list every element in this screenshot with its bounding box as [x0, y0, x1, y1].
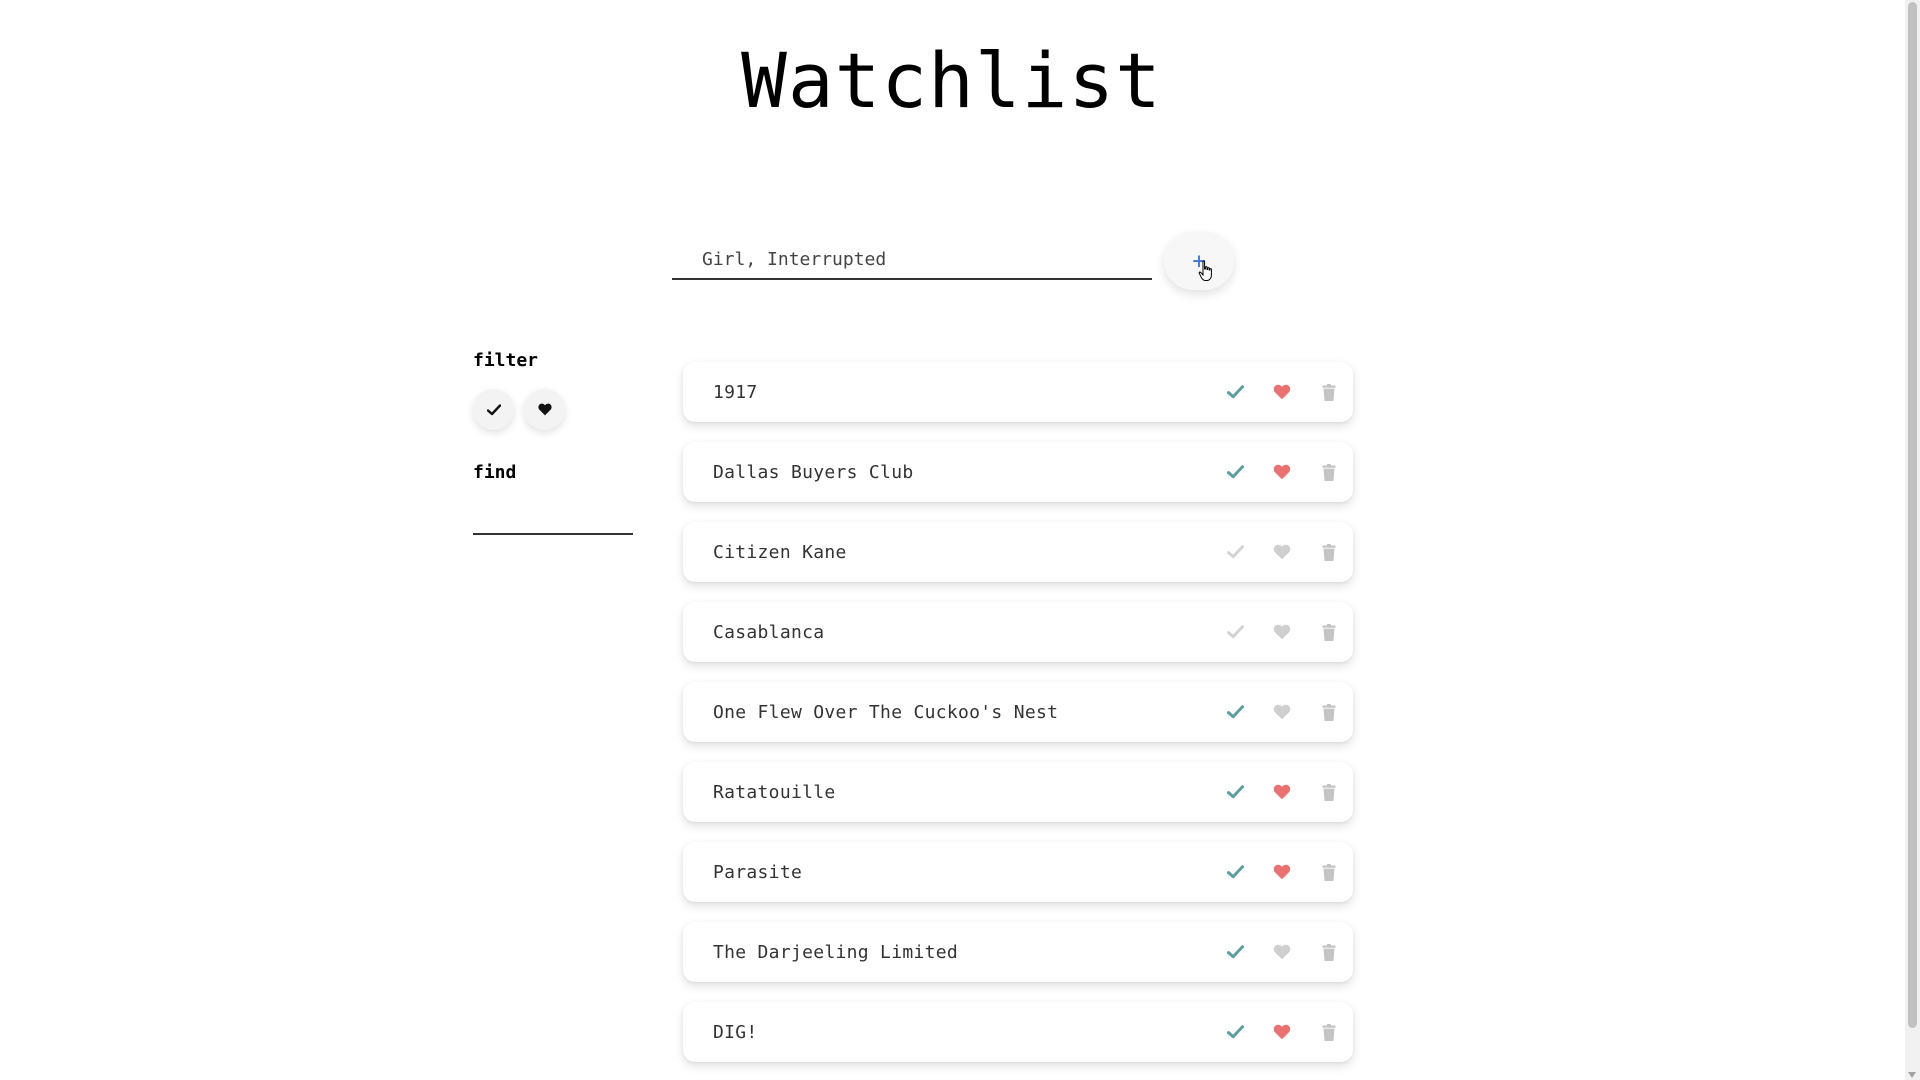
movie-card: Dallas Buyers Club: [683, 442, 1353, 502]
find-input[interactable]: [473, 503, 633, 535]
toggle-watched-button[interactable]: [1223, 940, 1247, 964]
movie-title: 1917: [713, 381, 758, 403]
toggle-watched-button[interactable]: [1223, 460, 1247, 484]
delete-button[interactable]: [1317, 860, 1341, 884]
page-title: Watchlist: [741, 36, 1162, 125]
toggle-watched-button[interactable]: [1223, 1020, 1247, 1044]
toggle-favorite-button[interactable]: [1270, 700, 1294, 724]
movie-card: 1917: [683, 362, 1353, 422]
movie-title: Citizen Kane: [713, 541, 847, 563]
trash-icon: [1322, 463, 1336, 481]
toggle-watched-button[interactable]: [1223, 380, 1247, 404]
check-icon: [1226, 945, 1244, 959]
movie-title: Ratatouille: [713, 781, 836, 803]
toggle-favorite-button[interactable]: [1270, 940, 1294, 964]
movie-card: Citizen Kane: [683, 522, 1353, 582]
check-icon: [1226, 465, 1244, 479]
filter-watched-button[interactable]: [473, 389, 514, 430]
heart-icon: [1273, 624, 1291, 640]
delete-button[interactable]: [1317, 540, 1341, 564]
toggle-favorite-button[interactable]: [1270, 780, 1294, 804]
filter-favorite-button[interactable]: [524, 389, 565, 430]
toggle-favorite-button[interactable]: [1270, 1020, 1294, 1044]
check-icon: [1226, 385, 1244, 399]
trash-icon: [1322, 863, 1336, 881]
toggle-watched-button[interactable]: [1223, 620, 1247, 644]
heart-icon: [1273, 1024, 1291, 1040]
movie-title: Parasite: [713, 861, 803, 883]
add-movie-form: +: [672, 232, 1234, 300]
page: Watchlist + filter find 1917 Dallas Buyer…: [0, 0, 1920, 1080]
toggle-watched-button[interactable]: [1223, 700, 1247, 724]
filter-buttons: [473, 389, 643, 430]
heart-icon: [1273, 384, 1291, 400]
heart-icon: [1273, 784, 1291, 800]
toggle-favorite-button[interactable]: [1270, 860, 1294, 884]
toggle-favorite-button[interactable]: [1270, 540, 1294, 564]
movie-title: DIG!: [713, 1021, 758, 1043]
filter-heading: filter: [473, 350, 539, 371]
movie-card: Ratatouille: [683, 762, 1353, 822]
hand-cursor-icon: [1198, 260, 1212, 281]
check-icon: [1226, 705, 1244, 719]
movie-card: Parasite: [683, 842, 1353, 902]
trash-icon: [1322, 383, 1336, 401]
delete-button[interactable]: [1317, 460, 1341, 484]
toggle-favorite-button[interactable]: [1270, 460, 1294, 484]
heart-icon: [537, 403, 552, 416]
toggle-watched-button[interactable]: [1223, 860, 1247, 884]
delete-button[interactable]: [1317, 940, 1341, 964]
heart-icon: [1273, 944, 1291, 960]
heart-icon: [1273, 464, 1291, 480]
check-icon: [1226, 785, 1244, 799]
toggle-watched-button[interactable]: [1223, 540, 1247, 564]
heart-icon: [1273, 864, 1291, 880]
delete-button[interactable]: [1317, 620, 1341, 644]
add-movie-input[interactable]: [672, 240, 1152, 280]
trash-icon: [1322, 703, 1336, 721]
movie-title: One Flew Over The Cuckoo's Nest: [713, 701, 1059, 723]
trash-icon: [1322, 783, 1336, 801]
movie-list: 1917 Dallas Buyers Club Citizen Kane Casabl…: [683, 362, 1353, 1080]
movie-title: The Darjeeling Limited: [713, 941, 959, 963]
check-icon: [1226, 625, 1244, 639]
movie-title: Dallas Buyers Club: [713, 461, 914, 483]
trash-icon: [1322, 1023, 1336, 1041]
heart-icon: [1273, 704, 1291, 720]
check-icon: [486, 403, 501, 415]
delete-button[interactable]: [1317, 780, 1341, 804]
trash-icon: [1322, 623, 1336, 641]
check-icon: [1226, 1025, 1244, 1039]
movie-title: Casablanca: [713, 621, 825, 643]
delete-button[interactable]: [1317, 700, 1341, 724]
trash-icon: [1322, 943, 1336, 961]
scroll-down-arrow-icon[interactable]: [1908, 1072, 1916, 1078]
scrollbar[interactable]: [1905, 0, 1920, 1080]
toggle-favorite-button[interactable]: [1270, 620, 1294, 644]
movie-card: One Flew Over The Cuckoo's Nest: [683, 682, 1353, 742]
delete-button[interactable]: [1317, 1020, 1341, 1044]
toggle-favorite-button[interactable]: [1270, 380, 1294, 404]
trash-icon: [1322, 543, 1336, 561]
sidebar: filter find: [473, 350, 643, 535]
check-icon: [1226, 545, 1244, 559]
movie-card: The Darjeeling Limited: [683, 922, 1353, 982]
delete-button[interactable]: [1317, 380, 1341, 404]
check-icon: [1226, 865, 1244, 879]
movie-card: Casablanca: [683, 602, 1353, 662]
movie-card: DIG!: [683, 1002, 1353, 1062]
heart-icon: [1273, 544, 1291, 560]
scrollbar-thumb[interactable]: [1908, 2, 1917, 1028]
find-heading: find: [473, 462, 517, 483]
toggle-watched-button[interactable]: [1223, 780, 1247, 804]
